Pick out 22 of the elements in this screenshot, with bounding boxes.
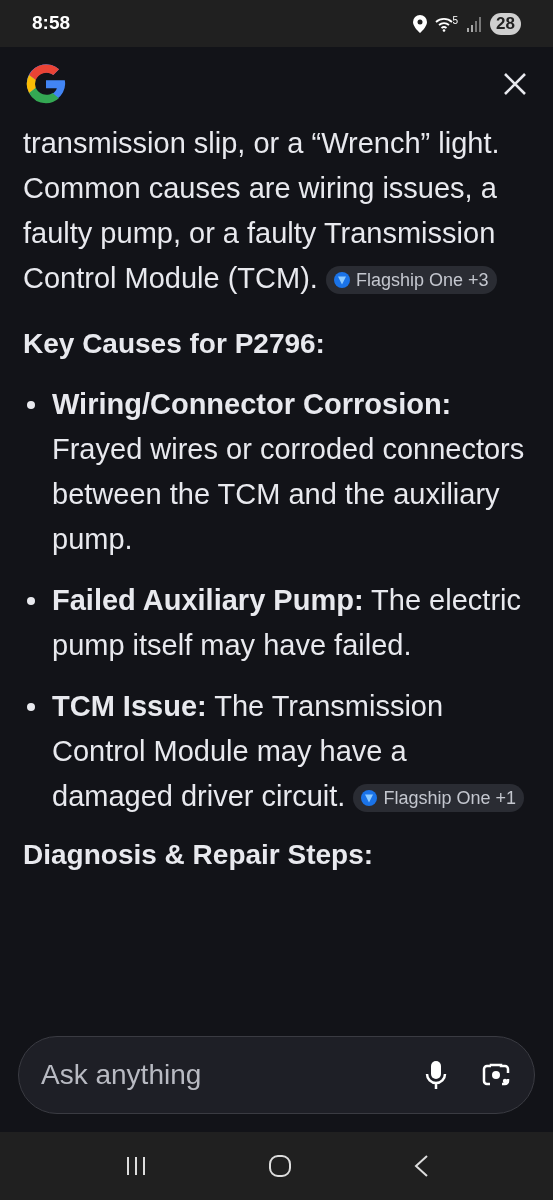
wifi-label: 5 [452, 15, 459, 26]
bullet-text: TCM Issue: The Transmission Control Module may have a damaged driver circuit. Flagship One +1 [52, 684, 530, 819]
answer-paragraph: transmission slip, or a “Wrench” light. Common causes are wiring issues, a faulty pump, or a faulty Transmission Control Module (TCM). Flagship One +3 [23, 126, 501, 297]
ask-field[interactable]: Ask anything [18, 1035, 535, 1114]
back-icon[interactable] [412, 1154, 429, 1178]
microphone-icon [425, 1059, 447, 1090]
wifi-icon [434, 15, 453, 32]
recent-apps-icon[interactable] [124, 1156, 147, 1176]
clock: 8:58 [32, 11, 71, 36]
signal-icon [466, 15, 483, 32]
location-icon [412, 14, 427, 33]
camera-search-icon [482, 1061, 510, 1088]
bullet-text: Wiring/Connector Corrosion: Frayed wires or corroded connectors between the TCM and the auxiliary pump. [52, 387, 526, 557]
close-icon [503, 72, 527, 96]
section-heading: Diagnosis & Repair Steps: [23, 838, 375, 872]
home-icon[interactable] [267, 1154, 292, 1178]
source-chip[interactable]: Flagship One +3 [325, 266, 497, 295]
source-chip[interactable]: Flagship One +1 [353, 784, 524, 813]
battery-indicator: 28 [490, 12, 521, 35]
section-heading: Key Causes for P2796: [23, 327, 326, 361]
ask-input[interactable]: Ask anything [41, 1053, 416, 1096]
bullet-text: Failed Auxiliary Pump: The electric pump itself may have failed. [52, 583, 522, 663]
